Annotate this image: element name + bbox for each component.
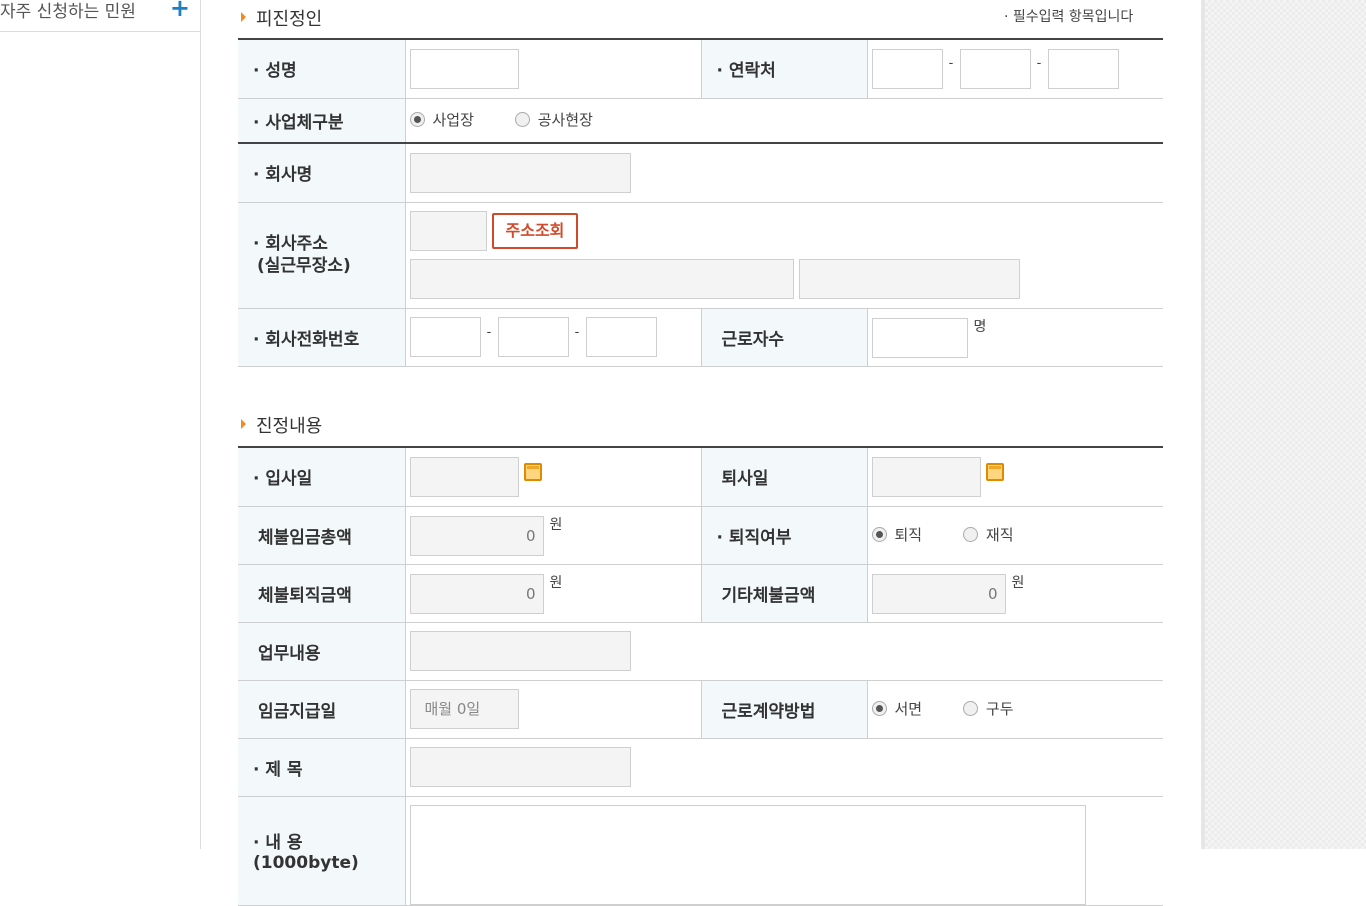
name-input[interactable] bbox=[409, 48, 519, 89]
unpaid-severance-label: 체불퇴직금액 bbox=[238, 564, 405, 623]
unpaid-severance-input[interactable]: 0 bbox=[409, 574, 544, 615]
section-title-respondent: 피진정인 bbox=[241, 5, 322, 31]
radio-employed[interactable]: 재직 bbox=[962, 524, 1014, 545]
workers-input[interactable] bbox=[871, 318, 968, 359]
radio-written[interactable]: 서면 bbox=[871, 698, 923, 719]
sidebar-divider bbox=[200, 0, 201, 849]
dash: - bbox=[948, 56, 954, 72]
radio-verbal[interactable]: 구두 bbox=[962, 698, 1014, 719]
radio-label: 사업장 bbox=[432, 111, 474, 130]
company-phone-label: · 회사전화번호 bbox=[238, 308, 405, 367]
address-search-button[interactable]: 주소조회 bbox=[491, 213, 579, 249]
triangle-bullet-icon bbox=[241, 419, 246, 429]
complaint-form-table: · 입사일 퇴사일 체불임금총액 0원 · 퇴직여부 퇴직 재직 체불퇴직금액 … bbox=[238, 446, 1163, 906]
payday-label: 임금지급일 bbox=[238, 680, 405, 739]
payday-input[interactable]: 매월 0일 bbox=[409, 689, 519, 729]
company-phone-input-3[interactable] bbox=[585, 317, 657, 357]
dash: - bbox=[486, 324, 492, 340]
radio-checked-icon bbox=[871, 701, 887, 716]
contact-input-2[interactable] bbox=[959, 48, 1031, 89]
sidebar-item-label: 자주 신청하는 민원 bbox=[0, 2, 136, 22]
name-label: · 성명 bbox=[238, 38, 405, 99]
calendar-icon[interactable] bbox=[523, 463, 542, 482]
respondent-form-table: · 성명 · 연락처 - - · 사업체구분 사업장 공사현장 · 회사명 · 회… bbox=[238, 38, 1163, 367]
section-title-text: 진정내용 bbox=[256, 416, 323, 437]
radio-retired[interactable]: 퇴직 bbox=[871, 524, 923, 545]
other-unpaid-input[interactable]: 0 bbox=[871, 574, 1006, 615]
radio-checked-icon bbox=[871, 527, 887, 542]
biz-type-label: · 사업체구분 bbox=[238, 98, 405, 144]
plus-icon[interactable]: + bbox=[170, 0, 190, 22]
duty-label: 업무내용 bbox=[238, 622, 405, 681]
company-phone-input-2[interactable] bbox=[497, 317, 569, 357]
triangle-bullet-icon bbox=[241, 12, 246, 22]
won-unit: 원 bbox=[549, 516, 563, 533]
address-label-line2: (실근무장소) bbox=[257, 256, 351, 276]
company-address-label: · 회사주소 (실근무장소) bbox=[238, 202, 405, 309]
radio-label: 구두 bbox=[985, 700, 1014, 718]
radio-label: 퇴직 bbox=[894, 526, 923, 544]
dash: - bbox=[574, 324, 580, 340]
company-name-label: · 회사명 bbox=[238, 143, 405, 203]
content-textarea[interactable] bbox=[409, 804, 1086, 905]
radio-checked-icon bbox=[409, 112, 425, 128]
calendar-icon[interactable] bbox=[985, 463, 1004, 482]
radio-unchecked-icon bbox=[962, 701, 978, 716]
company-name-input[interactable] bbox=[409, 152, 631, 193]
subject-input[interactable] bbox=[409, 747, 631, 787]
unpaid-total-input[interactable]: 0 bbox=[409, 516, 544, 557]
contact-input-1[interactable] bbox=[871, 48, 943, 89]
right-background bbox=[1205, 0, 1366, 849]
radio-label: 재직 bbox=[985, 526, 1014, 544]
radio-unchecked-icon bbox=[962, 527, 978, 542]
leave-date-label: 퇴사일 bbox=[700, 446, 867, 507]
workers-unit: 명 bbox=[973, 318, 987, 335]
company-phone-input-1[interactable] bbox=[409, 317, 481, 357]
radio-unchecked-icon bbox=[514, 112, 530, 128]
won-unit: 원 bbox=[549, 574, 563, 591]
radio-label: 공사현장 bbox=[537, 111, 593, 130]
address-label-line1: · 회사주소 bbox=[253, 234, 328, 254]
unpaid-total-label: 체불임금총액 bbox=[238, 506, 405, 565]
sidebar-item-frequent-requests[interactable]: 자주 신청하는 민원 + bbox=[0, 0, 200, 32]
contact-input-3[interactable] bbox=[1047, 48, 1119, 89]
other-unpaid-label: 기타체불금액 bbox=[700, 564, 867, 623]
section-title-complaint: 진정내용 bbox=[241, 412, 322, 438]
required-note: · 필수입력 항목입니다 bbox=[1004, 9, 1134, 25]
radio-construction-site[interactable]: 공사현장 bbox=[514, 109, 593, 130]
address-detail-input[interactable] bbox=[798, 259, 1020, 299]
leave-date-input[interactable] bbox=[871, 456, 981, 497]
zipcode-input[interactable] bbox=[409, 211, 487, 251]
address-input[interactable] bbox=[409, 259, 794, 299]
retired-label: · 퇴직여부 bbox=[700, 506, 867, 565]
join-date-input[interactable] bbox=[409, 456, 519, 497]
contract-method-label: 근로계약방법 bbox=[700, 680, 867, 739]
dash: - bbox=[1036, 56, 1042, 72]
join-date-label: · 입사일 bbox=[238, 446, 405, 507]
subject-label: · 제 목 bbox=[238, 738, 405, 797]
won-unit: 원 bbox=[1011, 574, 1025, 591]
radio-label: 서면 bbox=[894, 700, 923, 718]
workers-label: 근로자수 bbox=[700, 308, 867, 367]
radio-workplace[interactable]: 사업장 bbox=[409, 109, 474, 130]
section-title-text: 피진정인 bbox=[256, 9, 323, 30]
duty-input[interactable] bbox=[409, 631, 631, 671]
contact-label: · 연락처 bbox=[700, 38, 867, 99]
content-label: · 내 용(1000byte) bbox=[238, 796, 405, 906]
